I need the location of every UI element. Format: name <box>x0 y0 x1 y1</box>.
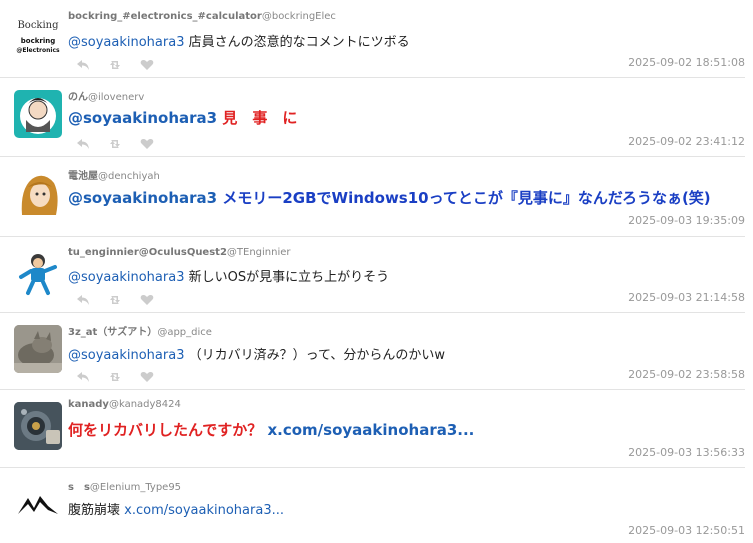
display-name[interactable]: 電池屋 <box>68 171 98 182</box>
screen-name[interactable]: @kanady8424 <box>109 399 181 410</box>
reply-icon[interactable] <box>76 56 90 70</box>
tweet-item: s s@Elenium_Type95 腹筋崩壊 x.com/soyaakinoh… <box>0 468 745 543</box>
tweet-item: 電池屋@denchiyah @soyaakinohara3 メモリー2GBでWi… <box>0 157 745 237</box>
reply-icon[interactable] <box>76 368 90 382</box>
timestamp[interactable]: 2025-09-03 12:50:51 <box>628 524 745 537</box>
display-name[interactable]: tu_enginnier@OculusQuest2 <box>68 247 227 258</box>
tweet-author: kanady@kanady8424 <box>68 399 181 410</box>
like-icon[interactable] <box>140 368 154 382</box>
tweet-author: s s@Elenium_Type95 <box>68 478 181 493</box>
tweet-actions <box>76 291 154 305</box>
tweet-author: のん@ilovenerv <box>68 88 144 103</box>
retweet-icon[interactable] <box>108 135 122 148</box>
avatar[interactable] <box>14 325 62 373</box>
avatar[interactable] <box>14 90 62 138</box>
svg-text:bockring: bockring <box>21 37 55 45</box>
tweet-item: kanady@kanady8424 何をリカバリしたんですか？ x.com/so… <box>0 390 745 468</box>
display-name[interactable]: 3z_at（サズアト） <box>68 327 157 338</box>
screen-name[interactable]: @bockringElec <box>262 11 336 22</box>
avatar[interactable] <box>14 249 62 297</box>
screen-name[interactable]: @app_dice <box>157 327 212 338</box>
tweet-item: Bocking bockring @Electronics bockring_#… <box>0 0 745 78</box>
svg-text:@Electronics: @Electronics <box>16 47 60 54</box>
display-name[interactable]: のん <box>68 92 88 103</box>
tweet-text: 腹筋崩壊 x.com/soyaakinohara3... <box>68 503 284 518</box>
tweet-text: @soyaakinohara3 見 事 に <box>68 109 298 127</box>
retweet-icon[interactable] <box>108 56 122 69</box>
avatar-logo-text: Bocking <box>17 20 59 31</box>
display-name[interactable]: bockring_#electronics_#calculator <box>68 11 262 22</box>
mention-link[interactable]: @soyaakinohara3 <box>68 189 217 207</box>
tweet-author: bockring_#electronics_#calculator@bockri… <box>68 11 336 22</box>
reply-icon[interactable] <box>76 291 90 305</box>
tweet-item: 3z_at（サズアト）@app_dice @soyaakinohara3 （リカ… <box>0 313 745 390</box>
mention-link[interactable]: @soyaakinohara3 <box>68 270 184 285</box>
tweet-text: 何をリカバリしたんですか？ x.com/soyaakinohara3... <box>68 421 475 439</box>
timestamp[interactable]: 2025-09-02 23:58:58 <box>628 368 745 381</box>
avatar[interactable]: Bocking bockring @Electronics <box>14 12 62 60</box>
timestamp[interactable]: 2025-09-03 21:14:58 <box>628 291 745 304</box>
screen-name[interactable]: @ilovenerv <box>88 92 144 103</box>
tweet-link[interactable]: x.com/soyaakinohara3... <box>267 421 474 439</box>
like-icon[interactable] <box>140 135 154 149</box>
like-icon[interactable] <box>140 56 154 70</box>
avatar[interactable] <box>14 169 62 217</box>
screen-name[interactable]: @denchiyah <box>98 171 160 182</box>
tweet-actions <box>76 135 154 149</box>
display-name[interactable]: kanady <box>68 399 109 410</box>
tweet-link[interactable]: x.com/soyaakinohara3... <box>124 503 284 518</box>
mention-link[interactable]: @soyaakinohara3 <box>68 348 184 363</box>
screen-name[interactable]: @TEnginnier <box>227 247 291 258</box>
mention-link[interactable]: @soyaakinohara3 <box>68 109 217 127</box>
screen-name[interactable]: @Elenium_Type95 <box>90 482 181 493</box>
tweet-item: のん@ilovenerv @soyaakinohara3 見 事 に 2025-… <box>0 78 745 157</box>
tweet-text: @soyaakinohara3 メモリー2GBでWindows10ってとこが『見… <box>68 189 711 207</box>
tweet-item: tu_enginnier@OculusQuest2@TEnginnier @so… <box>0 237 745 313</box>
timestamp[interactable]: 2025-09-03 19:35:09 <box>628 214 745 227</box>
timestamp[interactable]: 2025-09-03 13:56:33 <box>628 446 745 459</box>
tweet-text: @soyaakinohara3 新しいOSが見事に立ち上がりそう <box>68 270 390 285</box>
tweet-author: 3z_at（サズアト）@app_dice <box>68 323 212 338</box>
tweet-text: @soyaakinohara3 店員さんの恣意的なコメントにツボる <box>68 35 410 50</box>
reply-icon[interactable] <box>76 135 90 149</box>
tweet-actions <box>76 56 154 70</box>
tweet-text: @soyaakinohara3 （リカバリ済み？）って、分からんのかいw <box>68 348 445 363</box>
timestamp[interactable]: 2025-09-02 23:41:12 <box>628 135 745 148</box>
avatar[interactable] <box>14 402 62 450</box>
retweet-icon[interactable] <box>108 291 122 304</box>
like-icon[interactable] <box>140 291 154 305</box>
tweet-actions <box>76 368 154 382</box>
retweet-icon[interactable] <box>108 368 122 381</box>
tweet-author: tu_enginnier@OculusQuest2@TEnginnier <box>68 247 291 258</box>
display-name[interactable]: s s <box>68 482 90 493</box>
avatar[interactable] <box>14 480 62 528</box>
timestamp[interactable]: 2025-09-02 18:51:08 <box>628 56 745 69</box>
tweet-author: 電池屋@denchiyah <box>68 167 160 182</box>
mention-link[interactable]: @soyaakinohara3 <box>68 35 184 50</box>
